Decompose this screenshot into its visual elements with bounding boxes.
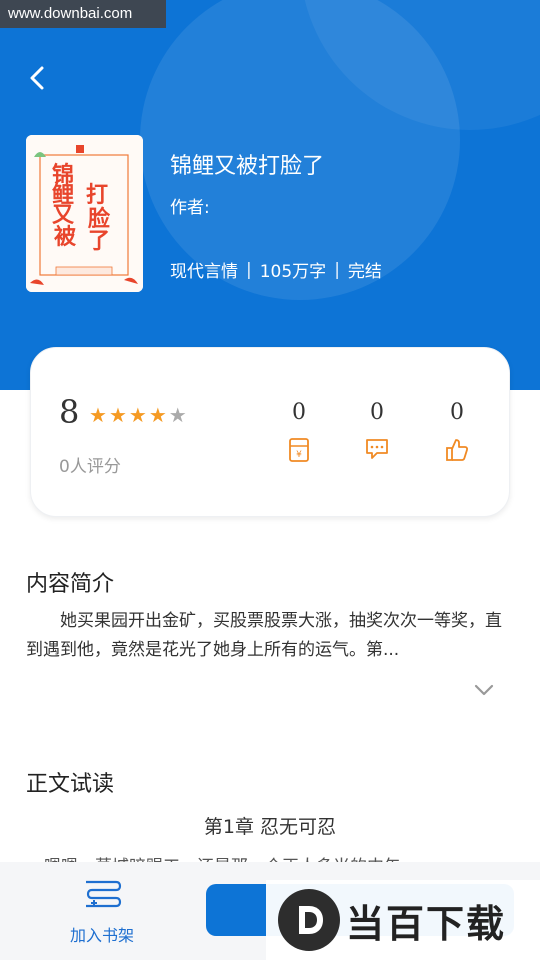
site-logo-watermark: 当百下载 bbox=[266, 880, 540, 960]
rating-card: 8 ★ ★ ★ ★ ★ 0人评分 0 ¥ 0 0 bbox=[30, 347, 510, 517]
star-empty-icon: ★ bbox=[168, 403, 187, 427]
meta-separator: | bbox=[246, 259, 252, 280]
star-filled-icon: ★ bbox=[128, 403, 147, 427]
logo-text: 当百下载 bbox=[346, 901, 507, 946]
book-word-count: 105万字 bbox=[259, 262, 327, 282]
comment-count: 0 bbox=[370, 400, 384, 425]
book-title: 锦鲤又被打脸了 bbox=[170, 154, 325, 179]
thumbs-up-icon bbox=[446, 439, 469, 461]
rating-stars: ★ ★ ★ ★ ★ bbox=[89, 403, 187, 427]
ticket-count: 0 bbox=[292, 400, 306, 425]
book-meta: 现代言情 | 105万字 | 完结 bbox=[170, 257, 382, 283]
chapter-title: 第1章 忍无可忍 bbox=[203, 816, 337, 838]
chevron-down-icon bbox=[474, 684, 494, 696]
star-filled-icon: ★ bbox=[89, 403, 107, 427]
like-count: 0 bbox=[450, 400, 464, 425]
add-to-shelf-label: 加入书架 bbox=[69, 926, 134, 945]
logo-d-icon bbox=[278, 889, 340, 951]
ticket-icon: ¥ bbox=[289, 438, 309, 462]
meta-separator: | bbox=[334, 259, 340, 280]
svg-text:¥: ¥ bbox=[296, 450, 302, 460]
add-to-shelf-button[interactable]: 加入书架 bbox=[62, 876, 142, 946]
site-watermark: www.downbai.com bbox=[0, 0, 166, 28]
cover-title-art: 锦 鲤 又 被 打 脸 了 bbox=[52, 163, 111, 254]
rating-score: 8 bbox=[59, 393, 80, 431]
book-header: 锦 鲤 又 被 打 脸 了 锦鲤又被打脸了 作者: 现代言情 | 105万字 |… bbox=[0, 0, 540, 390]
back-button[interactable] bbox=[22, 62, 54, 94]
rater-count: 0人评分 bbox=[59, 457, 121, 477]
stat-like[interactable]: 0 bbox=[427, 400, 487, 465]
bottom-action-bar: 加入书架 当百下载 bbox=[0, 862, 540, 960]
stat-comment[interactable]: 0 bbox=[347, 400, 407, 465]
book-cover: 锦 鲤 又 被 打 脸 了 bbox=[26, 135, 143, 292]
intro-text: 她买果园开出金矿，买股票股票大涨，抽奖次次一等奖，直到遇到他，竟然是花光了她身上… bbox=[26, 611, 502, 660]
book-author: 作者: bbox=[170, 198, 210, 218]
chevron-left-icon bbox=[30, 66, 44, 90]
book-genre: 现代言情 bbox=[170, 262, 238, 282]
star-filled-icon: ★ bbox=[108, 403, 127, 427]
book-status: 完结 bbox=[347, 262, 382, 282]
expand-button[interactable] bbox=[472, 680, 496, 700]
stat-ticket[interactable]: 0 ¥ bbox=[269, 400, 329, 465]
star-filled-icon: ★ bbox=[148, 403, 167, 427]
bookshelf-add-icon bbox=[86, 880, 122, 908]
trial-heading: 正文试读 bbox=[26, 772, 115, 797]
intro-heading: 内容简介 bbox=[26, 572, 115, 597]
comment-icon bbox=[366, 439, 388, 459]
